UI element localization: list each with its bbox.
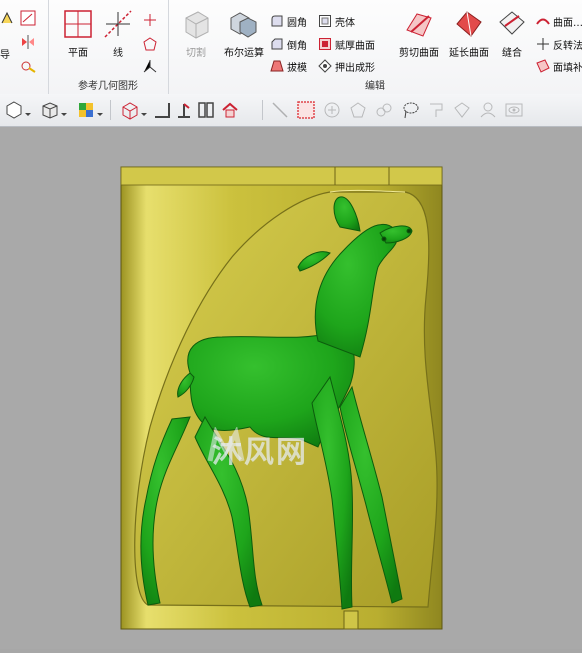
user-select-icon[interactable] <box>478 100 498 120</box>
section-view-icon[interactable] <box>120 100 140 120</box>
extrude-icon <box>318 59 332 73</box>
thicken-label: 赋厚曲面 <box>335 40 375 52</box>
extend-surface-button[interactable]: 延长曲面 <box>444 8 494 68</box>
sketch-icon[interactable] <box>20 10 36 26</box>
cut-icon <box>180 8 212 40</box>
shell-icon <box>318 14 332 28</box>
line-label: 线 <box>113 48 123 59</box>
face-select-icon[interactable] <box>452 100 472 120</box>
reverse-normal-icon <box>536 37 550 51</box>
surface-curve-button[interactable]: 曲面… <box>536 12 582 30</box>
ref-axis-icon[interactable] <box>143 58 157 73</box>
guide-button[interactable]: 导 <box>0 44 10 62</box>
edit-group-label: 编辑 <box>365 81 385 92</box>
view-toolbar <box>0 94 582 127</box>
ref-geometry-group-label: 参考几何图形 <box>78 81 138 92</box>
fill-surface-button[interactable]: 面填补 <box>536 57 582 75</box>
extrude-label: 押出成形 <box>335 62 375 74</box>
snap-center-icon[interactable] <box>322 100 342 120</box>
dropdown-arrow-icon[interactable] <box>96 100 104 120</box>
ribbon: 导 平面 线 参考几何图形 切割 布尔运算 圆角 倒角 拔模 壳体 赋厚曲面 押… <box>0 0 582 95</box>
snap-polygon-icon[interactable] <box>348 100 368 120</box>
model-render <box>120 166 443 630</box>
draft-button[interactable]: 拔模 <box>270 57 307 75</box>
dropdown-arrow-icon[interactable] <box>140 100 148 120</box>
thicken-icon <box>318 37 332 51</box>
fill-surface-icon <box>536 59 550 73</box>
reverse-normal-label: 反转法 <box>553 40 582 52</box>
split-view-icon[interactable] <box>196 100 216 120</box>
pattern-icon[interactable] <box>20 58 36 74</box>
fillet-button[interactable]: 圆角 <box>270 12 307 30</box>
chamfer-label: 倒角 <box>287 40 307 52</box>
lasso-select-icon[interactable] <box>400 100 420 120</box>
trim-surface-label: 剪切曲面 <box>399 48 439 59</box>
boolean-icon <box>228 8 260 40</box>
shell-button[interactable]: 壳体 <box>318 12 355 30</box>
point-icon[interactable] <box>0 10 14 24</box>
fillet-icon <box>270 14 284 28</box>
surface-curve-label: 曲面… <box>553 17 582 29</box>
rotate-icon[interactable] <box>174 100 194 120</box>
plane-label: 平面 <box>68 48 88 59</box>
ref-point-icon[interactable] <box>143 12 157 26</box>
shell-label: 壳体 <box>335 17 355 29</box>
extrude-button[interactable]: 押出成形 <box>318 57 375 75</box>
trim-surface-icon <box>403 8 435 40</box>
cut-label: 切割 <box>186 48 206 59</box>
fill-surface-label: 面填补 <box>553 62 582 74</box>
line-icon <box>102 8 134 40</box>
home-view-icon[interactable] <box>220 100 240 120</box>
measure-line-icon[interactable] <box>270 100 290 120</box>
box-select-icon[interactable] <box>296 100 316 120</box>
trim-surface-button[interactable]: 剪切曲面 <box>394 8 444 68</box>
ribbon-group-ref-geometry: 平面 线 参考几何图形 <box>48 0 169 94</box>
dropdown-arrow-icon[interactable] <box>24 100 32 120</box>
view-orientation-icon[interactable] <box>4 100 24 120</box>
boolean-label: 布尔运算 <box>224 48 264 59</box>
lasso-chain-icon[interactable] <box>374 100 394 120</box>
chamfer-button[interactable]: 倒角 <box>270 35 307 53</box>
graphics-viewport[interactable]: 沐风网 <box>0 127 582 649</box>
display-style-icon[interactable] <box>40 100 60 120</box>
stitch-button[interactable]: 缝合 <box>490 8 534 68</box>
boolean-button[interactable]: 布尔运算 <box>218 8 270 68</box>
ref-polygon-icon[interactable] <box>143 36 157 51</box>
watermark-logo-icon <box>206 425 246 467</box>
ribbon-group-edit: 切割 布尔运算 圆角 倒角 拔模 壳体 赋厚曲面 押出成形 剪切曲面 延长曲面 … <box>168 0 582 94</box>
plane-icon <box>62 8 94 40</box>
guide-label: 导 <box>0 49 10 61</box>
surface-curve-icon <box>536 14 550 28</box>
stitch-icon <box>496 8 528 40</box>
toolbar-separator <box>262 100 263 120</box>
extend-surface-label: 延长曲面 <box>449 48 489 59</box>
appearance-icon[interactable] <box>76 100 96 120</box>
reverse-normal-button[interactable]: 反转法 <box>536 35 582 53</box>
paint-select-icon[interactable] <box>426 100 446 120</box>
draft-label: 拔模 <box>287 62 307 74</box>
line-button[interactable]: 线 <box>94 8 142 68</box>
cut-button[interactable]: 切割 <box>172 8 220 68</box>
visibility-icon[interactable] <box>504 100 524 120</box>
toolbar-separator <box>110 100 111 120</box>
thicken-button[interactable]: 赋厚曲面 <box>318 35 375 53</box>
fillet-label: 圆角 <box>287 17 307 29</box>
ruler-icon[interactable] <box>152 100 172 120</box>
draft-icon <box>270 59 284 73</box>
stitch-label: 缝合 <box>502 48 522 59</box>
mirror-icon[interactable] <box>20 34 36 50</box>
ribbon-group-partial: 导 <box>0 0 49 94</box>
chamfer-icon <box>270 37 284 51</box>
dropdown-arrow-icon[interactable] <box>60 100 68 120</box>
extend-surface-icon <box>453 8 485 40</box>
